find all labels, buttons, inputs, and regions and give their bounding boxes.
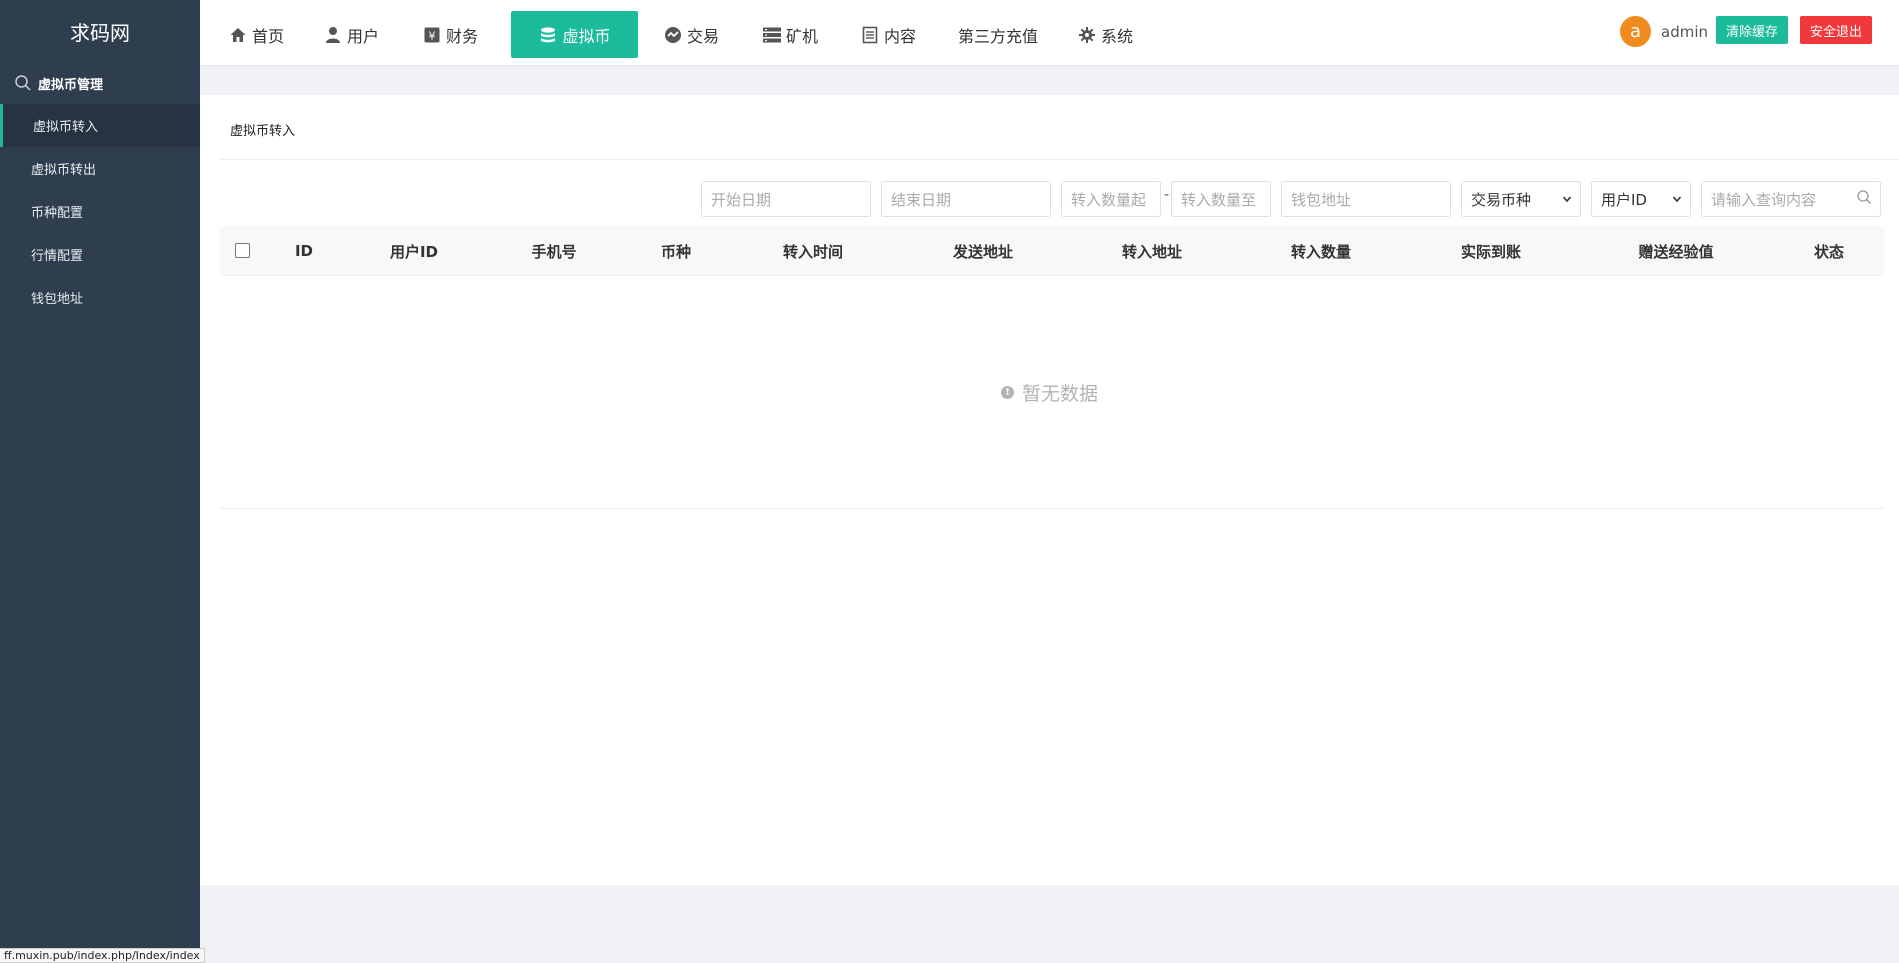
nav-trade-label: 交易 <box>687 26 720 46</box>
user-area: a admin <box>1620 16 1708 47</box>
column-header-id[interactable]: ID <box>295 226 313 276</box>
nav-content[interactable]: 内容 <box>860 11 916 58</box>
nav-third-party-recharge[interactable]: 第三方充值 <box>958 11 1038 58</box>
column-header-deposit-amount[interactable]: 转入数量 <box>1291 226 1351 276</box>
nav-third-party-recharge-label: 第三方充值 <box>958 26 1039 46</box>
brand-logo[interactable]: 求码网 <box>0 0 200 62</box>
amount-range-separator: - <box>1164 187 1170 203</box>
divider <box>220 159 1899 160</box>
search-icon <box>14 74 32 92</box>
coin-type-select-value: 交易币种 <box>1471 190 1532 209</box>
column-header-actual-received[interactable]: 实际到账 <box>1461 226 1521 276</box>
table-bottom-divider <box>220 508 1884 509</box>
sidebar-item-market-config[interactable]: 行情配置 <box>0 233 200 276</box>
clear-cache-button[interactable]: 清除缓存 <box>1716 16 1789 44</box>
sidebar-item-coin-config[interactable]: 币种配置 <box>0 190 200 233</box>
column-header-receive-address[interactable]: 转入地址 <box>1122 226 1182 276</box>
search-placeholder: 请输入查询内容 <box>1711 190 1817 209</box>
column-header-user-id[interactable]: 用户ID <box>390 226 438 276</box>
nav-users[interactable]: 用户 <box>323 11 379 58</box>
nav-home-label: 首页 <box>252 26 285 46</box>
coin-type-select[interactable]: 交易币种 <box>1461 181 1581 217</box>
sidebar-item-crypto-deposit[interactable]: 虚拟币转入 <box>0 104 200 147</box>
user-icon <box>323 25 343 45</box>
nav-home[interactable]: 首页 <box>228 11 284 58</box>
nav-finance-label: 财务 <box>446 26 479 46</box>
nav-trade[interactable]: 交易 <box>663 11 719 58</box>
select-all-checkbox[interactable] <box>235 243 250 258</box>
nav-users-label: 用户 <box>347 26 380 46</box>
column-header-status[interactable]: 状态 <box>1814 226 1844 276</box>
sidebar-item-wallet-address[interactable]: 钱包地址 <box>0 276 200 319</box>
username[interactable]: admin <box>1661 23 1708 41</box>
column-header-send-address[interactable]: 发送地址 <box>953 226 1013 276</box>
amount-from-placeholder: 转入数量起 <box>1071 190 1147 209</box>
logout-button[interactable]: 安全退出 <box>1800 16 1873 44</box>
search-icon[interactable] <box>1856 189 1872 209</box>
nav-crypto-label: 虚拟币 <box>562 26 611 46</box>
sidebar: 求码网 虚拟币管理 虚拟币转入 虚拟币转出 币种配置 行情配置 钱包地址 <box>0 0 200 963</box>
empty-state-text: 暂无数据 <box>1021 383 1098 405</box>
svg-text:¥: ¥ <box>429 29 436 42</box>
start-date-placeholder: 开始日期 <box>711 190 772 209</box>
server-icon <box>762 25 782 45</box>
avatar[interactable]: a <box>1620 16 1651 47</box>
amount-to-placeholder: 转入数量至 <box>1181 190 1257 209</box>
table-header: ID 用户ID 手机号 币种 转入时间 发送地址 转入地址 转入数量 实际到账 … <box>220 226 1884 276</box>
wallet-address-input[interactable]: 钱包地址 <box>1281 181 1451 217</box>
column-header-deposit-time[interactable]: 转入时间 <box>783 226 843 276</box>
sidebar-item-crypto-withdraw[interactable]: 虚拟币转出 <box>0 147 200 190</box>
home-icon <box>228 25 248 45</box>
nav-system-label: 系统 <box>1101 26 1134 46</box>
search-field-select-value: 用户ID <box>1601 190 1647 209</box>
database-icon <box>538 25 558 45</box>
wallet-address-placeholder: 钱包地址 <box>1291 190 1352 209</box>
column-header-phone[interactable]: 手机号 <box>531 226 576 276</box>
amount-from-input[interactable]: 转入数量起 <box>1061 181 1161 217</box>
start-date-input[interactable]: 开始日期 <box>701 181 871 217</box>
empty-state: ! 暂无数据 <box>200 379 1899 406</box>
browser-status-url: ff.muxin.pub/index.php/Index/index <box>0 948 205 963</box>
sidebar-section-label: 虚拟币管理 <box>38 77 104 93</box>
end-date-placeholder: 结束日期 <box>891 190 952 209</box>
nav-crypto[interactable]: 虚拟币 <box>511 11 638 58</box>
end-date-input[interactable]: 结束日期 <box>881 181 1051 217</box>
nav-content-label: 内容 <box>884 26 917 46</box>
document-icon <box>860 25 880 45</box>
content-panel: 虚拟币转入 开始日期 结束日期 转入数量起 - 转入数量至 钱包地址 交易币种 … <box>200 95 1899 885</box>
nav-finance[interactable]: ¥ 财务 <box>422 11 478 58</box>
amount-to-input[interactable]: 转入数量至 <box>1171 181 1271 217</box>
nav-system[interactable]: 系统 <box>1077 11 1133 58</box>
chevron-down-icon <box>1562 190 1572 208</box>
column-header-coin[interactable]: 币种 <box>661 226 691 276</box>
top-navbar: 首页 用户 ¥ 财务 虚拟币 交易 矿机 内容 第三方充值 系统 a admin… <box>200 0 1899 66</box>
search-field-select[interactable]: 用户ID <box>1591 181 1691 217</box>
column-header-bonus-exp[interactable]: 赠送经验值 <box>1638 226 1713 276</box>
nav-miner[interactable]: 矿机 <box>762 11 818 58</box>
exchange-icon <box>663 25 683 45</box>
page-title: 虚拟币转入 <box>230 124 296 139</box>
chevron-down-icon <box>1672 190 1682 208</box>
search-input[interactable]: 请输入查询内容 <box>1701 181 1881 217</box>
sidebar-section-header[interactable]: 虚拟币管理 <box>0 62 200 104</box>
gear-icon <box>1077 25 1097 45</box>
info-icon: ! <box>1000 386 1014 399</box>
nav-miner-label: 矿机 <box>786 26 819 46</box>
yen-icon: ¥ <box>422 25 442 45</box>
